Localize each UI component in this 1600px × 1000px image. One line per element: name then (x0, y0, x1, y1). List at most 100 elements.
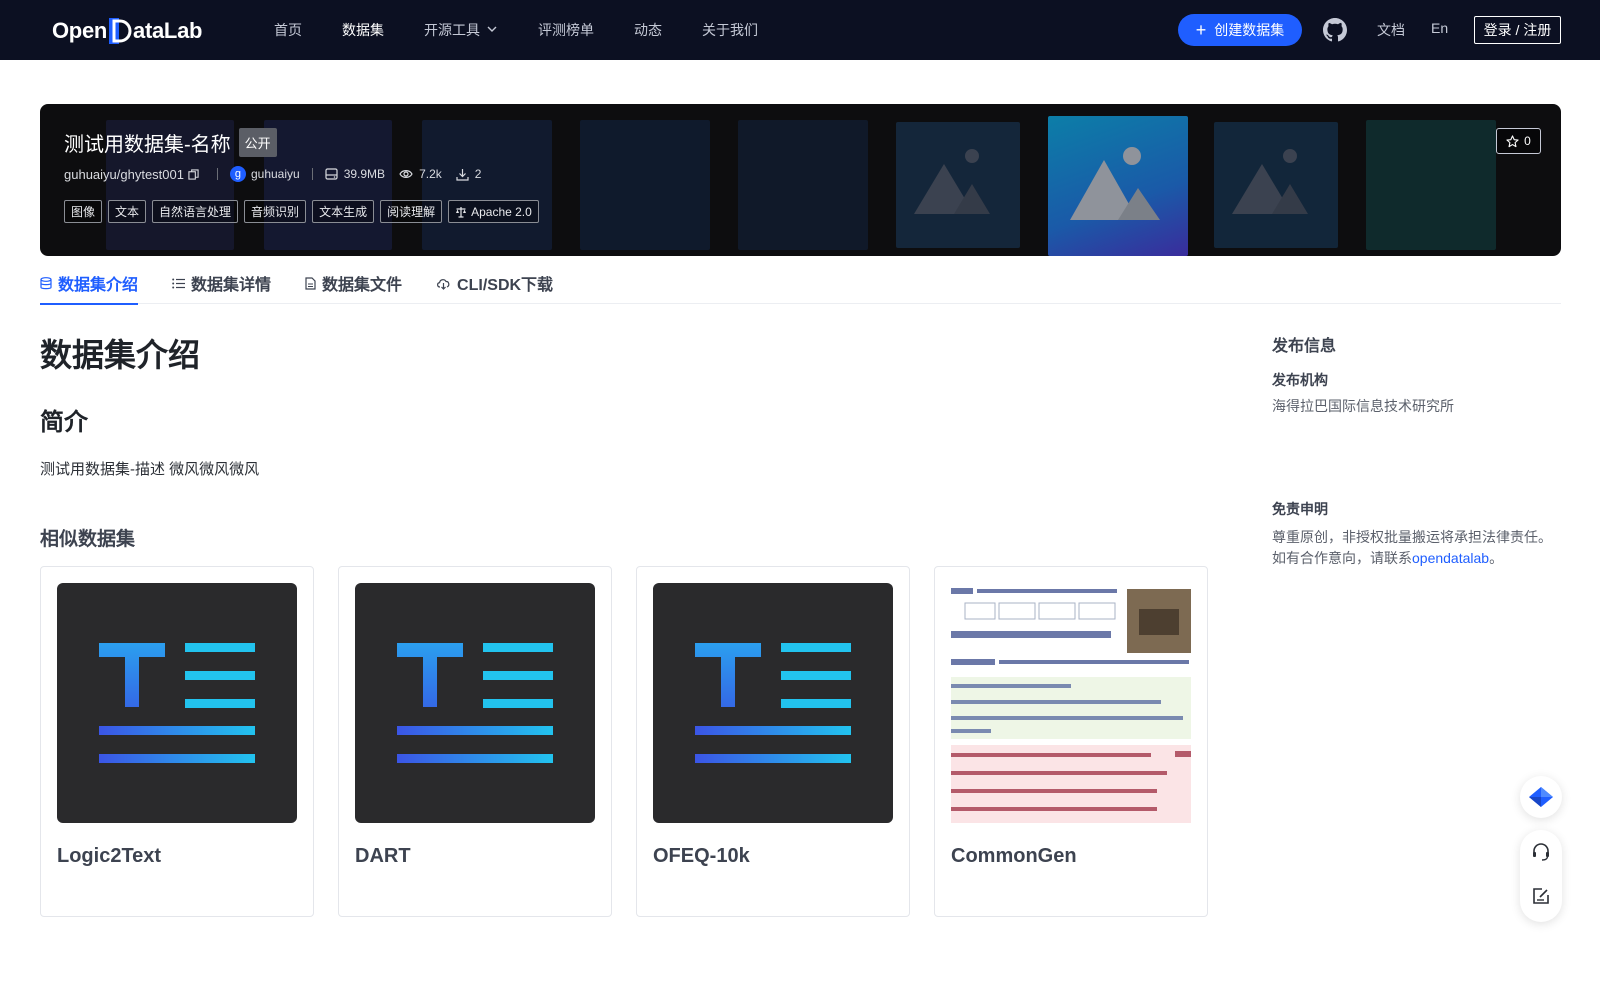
floating-toolbar (1520, 830, 1562, 922)
publisher-label: 发布机构 (1272, 372, 1328, 388)
disclaimer-line-2: 如有合作意向，请联系opendatalab。 (1272, 548, 1552, 569)
dataset-banner: 测试用数据集-名称 公开 guhuaiyu/ghytest001 g guhua… (40, 104, 1561, 256)
tab-label: 数据集详情 (191, 277, 272, 294)
disclaimer-text: 尊重原创，非授权批量搬运将承担法律责任。 如有合作意向，请联系opendatal… (1272, 527, 1552, 569)
meta-divider (216, 168, 218, 180)
image-placeholder-icon (1048, 116, 1188, 256)
tag-reading-comprehension[interactable]: 阅读理解 (380, 200, 443, 223)
tag-image[interactable]: 图像 (64, 200, 103, 223)
similar-dataset-name: Logic2Text (57, 845, 162, 867)
create-dataset-button[interactable]: + 创建数据集 (1178, 14, 1302, 46)
text-dataset-icon (355, 583, 595, 823)
similar-dataset-card[interactable]: OFEQ-10k (636, 566, 910, 917)
nav-datasets[interactable]: 数据集 (342, 20, 384, 40)
dataset-size: 39.9MB (343, 167, 386, 181)
paper-preview-image (951, 583, 1191, 823)
star-button[interactable]: 0 (1496, 128, 1541, 154)
plus-icon: + (1195, 20, 1207, 40)
disclaimer-prefix: 如有合作意向，请联系 (1272, 550, 1412, 566)
logo-d-icon (108, 18, 132, 44)
site-logo[interactable]: Open ataLab (52, 16, 202, 46)
dataset-tags: 图像 文本 自然语言处理 音频识别 文本生成 阅读理解 Apache 2.0 (64, 200, 545, 223)
create-dataset-label: 创建数据集 (1214, 22, 1285, 38)
dataset-title: 测试用数据集-名称 (64, 134, 231, 156)
similar-dataset-card[interactable]: CommonGen (934, 566, 1208, 917)
contact-link[interactable]: opendatalab (1412, 550, 1489, 566)
logo-text-open: Open (52, 18, 108, 43)
image-placeholder-icon (896, 122, 1020, 248)
tag-text[interactable]: 文本 (108, 200, 147, 223)
banner-bg-tile (264, 120, 392, 250)
file-icon (305, 276, 316, 290)
page-title: 数据集介绍 (40, 337, 201, 373)
assistant-button[interactable] (1520, 776, 1562, 818)
language-switch[interactable]: En (1431, 20, 1448, 36)
copy-icon[interactable] (188, 168, 199, 180)
disclaimer-label: 免责申明 (1272, 501, 1328, 517)
logo-text-datalab: ataLab (133, 18, 203, 43)
main-nav: 首页 数据集 开源工具 评测榜单 动态 关于我们 (274, 0, 798, 60)
repo-path: guhuaiyu/ghytest001 (64, 166, 184, 182)
tab-label: 数据集介绍 (58, 277, 139, 294)
headset-icon[interactable] (1530, 841, 1552, 863)
license-tag[interactable]: Apache 2.0 (448, 200, 539, 223)
diamond-logo-icon (1529, 787, 1553, 807)
similar-dataset-card[interactable]: Logic2Text (40, 566, 314, 917)
top-navbar: Open ataLab 首页 数据集 开源工具 评测榜单 动态 关于我们 + 创… (0, 0, 1600, 60)
database-icon (40, 276, 52, 290)
nav-about[interactable]: 关于我们 (702, 20, 758, 40)
text-dataset-icon (653, 583, 893, 823)
similar-dataset-name: DART (355, 845, 411, 867)
disclaimer-line-1: 尊重原创，非授权批量搬运将承担法律责任。 (1272, 529, 1552, 545)
login-register-button[interactable]: 登录 / 注册 (1474, 16, 1561, 44)
star-count: 0 (1524, 134, 1531, 148)
github-icon[interactable] (1323, 18, 1347, 42)
similar-dataset-card[interactable]: DART (338, 566, 612, 917)
tag-speech-recognition[interactable]: 音频识别 (244, 200, 307, 223)
nav-home[interactable]: 首页 (274, 20, 302, 40)
visibility-badge: 公开 (238, 128, 277, 157)
star-icon (1506, 134, 1519, 148)
banner-bg-tile (422, 120, 552, 250)
chevron-down-icon (486, 22, 498, 38)
publish-info-heading: 发布信息 (1272, 338, 1337, 355)
cloud-download-icon (436, 277, 451, 290)
tab-cli-sdk-download[interactable]: CLI/SDK下载 (436, 262, 553, 304)
nav-open-tools[interactable]: 开源工具 (424, 20, 498, 40)
disclaimer-suffix: 。 (1489, 550, 1504, 566)
text-dataset-icon (57, 583, 297, 823)
nav-leaderboard[interactable]: 评测榜单 (538, 20, 594, 40)
avatar: g (229, 166, 246, 182)
tag-text-generation[interactable]: 文本生成 (312, 200, 375, 223)
eye-icon (399, 168, 413, 180)
intro-heading: 简介 (40, 409, 88, 436)
view-count: 7.2k (419, 167, 442, 181)
tab-dataset-intro[interactable]: 数据集介绍 (40, 262, 139, 305)
owner-name[interactable]: guhuaiyu (251, 167, 300, 181)
dataset-meta: guhuaiyu/ghytest001 g guhuaiyu 39.9MB 7.… (64, 166, 481, 182)
similar-dataset-name: CommonGen (951, 845, 1077, 867)
banner-bg-tile (580, 120, 710, 250)
dataset-description: 测试用数据集-描述 微风微风微风 (40, 461, 260, 478)
docs-link[interactable]: 文档 (1377, 20, 1405, 40)
nav-open-tools-label: 开源工具 (424, 22, 480, 38)
similar-datasets-heading: 相似数据集 (40, 529, 136, 550)
banner-bg-tile (738, 120, 868, 250)
download-icon (456, 168, 469, 181)
tab-dataset-files[interactable]: 数据集文件 (305, 262, 402, 304)
scale-icon (455, 206, 467, 218)
similar-dataset-name: OFEQ-10k (653, 845, 750, 867)
disk-icon (325, 168, 338, 180)
list-icon (172, 278, 186, 289)
banner-title-row: 测试用数据集-名称 公开 (64, 128, 277, 157)
feedback-edit-icon[interactable] (1530, 885, 1552, 907)
image-placeholder-icon (1214, 122, 1338, 248)
tab-label: 数据集文件 (322, 277, 403, 294)
dataset-tabs: 数据集介绍 数据集详情 数据集文件 CLI/SDK下载 (40, 262, 1561, 305)
publisher-name: 海得拉巴国际信息技术研究所 (1272, 398, 1454, 414)
nav-news[interactable]: 动态 (634, 20, 662, 40)
license-name: Apache 2.0 (471, 204, 532, 219)
tab-dataset-details[interactable]: 数据集详情 (172, 262, 271, 304)
tab-label: CLI/SDK下载 (457, 277, 554, 294)
tag-nlp[interactable]: 自然语言处理 (152, 200, 239, 223)
